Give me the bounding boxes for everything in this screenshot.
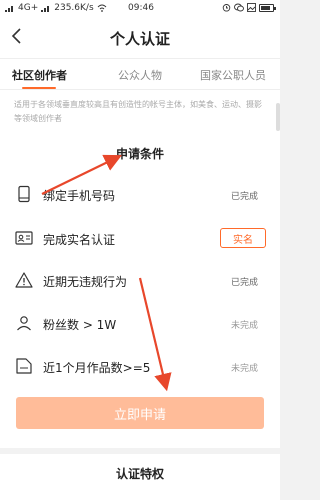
apply-button[interactable]: 立即申请	[16, 397, 264, 429]
status-right	[222, 3, 276, 12]
condition-status: 未完成	[230, 321, 258, 331]
conditions-title: 申请条件	[115, 147, 164, 161]
tab-active-indicator	[22, 87, 56, 89]
battery-icon	[259, 3, 276, 12]
condition-row-fans: 粉丝数 > 1W 未完成	[0, 304, 280, 344]
condition-label: 近期无违规行为	[43, 275, 128, 289]
condition-label: 近1个月作品数>=5	[43, 361, 151, 375]
tab-public-figure[interactable]: 公众人物	[118, 67, 162, 83]
user-icon	[17, 316, 31, 331]
privileges-title: 认证特权	[115, 467, 164, 481]
tab-community-creator[interactable]: 社区创作者	[12, 67, 67, 83]
status-time: 09:46	[128, 3, 154, 13]
condition-label: 粉丝数 > 1W	[43, 318, 117, 332]
condition-row-works: 近1个月作品数>=5 未完成	[0, 347, 280, 387]
gallery-icon	[247, 3, 256, 12]
id-card-icon	[15, 231, 33, 245]
condition-row-realname: 完成实名认证 实名	[0, 219, 280, 259]
condition-status: 已完成	[230, 278, 258, 288]
scroll-handle[interactable]	[276, 103, 280, 131]
condition-status: 未完成	[230, 364, 258, 374]
page-title: 个人认证	[109, 30, 170, 48]
condition-label: 绑定手机号码	[43, 189, 116, 203]
description-text: 适用于各领域垂直度较高且有创造性的帐号主体，如美食、运动、摄影等领域创作者	[14, 100, 262, 123]
warning-icon	[15, 272, 33, 288]
condition-row-phone: 绑定手机号码 已完成	[0, 175, 280, 215]
status-left: 4G+ 235.6K/s	[5, 3, 107, 13]
signal-icon-2	[41, 6, 50, 12]
content-panel: 适用于各领域垂直度较高且有创造性的帐号主体，如美食、运动、摄影等领域创作者 申请…	[0, 90, 280, 500]
condition-status: 已完成	[230, 192, 258, 202]
header: 个人认证	[0, 18, 280, 58]
network-type: 4G+	[18, 3, 39, 13]
realname-button[interactable]: 实名	[220, 228, 266, 248]
document-icon	[16, 358, 32, 374]
signal-icon	[5, 6, 13, 12]
tab-bar: 社区创作者 公众人物 国家公职人员	[0, 58, 280, 90]
alarm-icon	[222, 4, 231, 12]
network-speed: 235.6K/s	[54, 3, 94, 13]
phone-icon	[18, 185, 30, 203]
status-bar: 4G+ 235.6K/s 09:46	[0, 0, 280, 18]
tab-civil-servant[interactable]: 国家公职人员	[200, 67, 266, 83]
section-divider	[0, 448, 280, 454]
wifi-icon	[97, 4, 106, 12]
condition-label: 完成实名认证	[43, 233, 116, 247]
condition-row-no-violation: 近期无违规行为 已完成	[0, 261, 280, 301]
wechat-icon	[234, 3, 244, 12]
